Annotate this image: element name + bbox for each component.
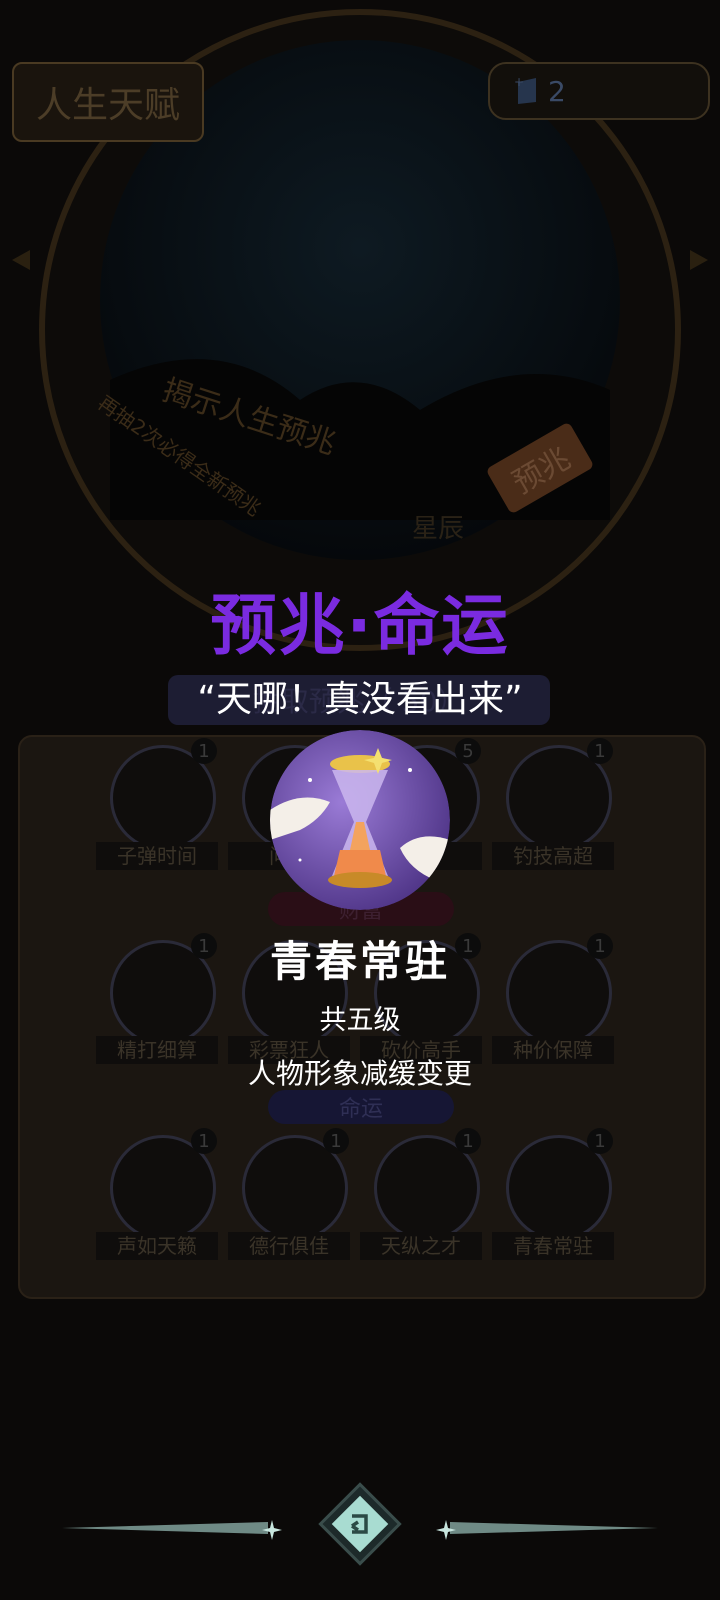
hourglass-icon: [270, 730, 450, 910]
page-title: 人生天赋: [12, 62, 204, 142]
gem-counter[interactable]: + 2: [488, 62, 710, 120]
slot-count: 5: [455, 738, 481, 764]
talent-level: 共五级: [319, 1005, 401, 1036]
talent-slot[interactable]: 1: [506, 738, 613, 851]
talent-slot[interactable]: 1: [110, 738, 217, 851]
slot-count: 1: [587, 738, 613, 764]
talent-slot[interactable]: 1: [506, 1128, 613, 1241]
talent-slot[interactable]: 1: [242, 1128, 349, 1241]
talent-slot[interactable]: 1: [110, 1128, 217, 1241]
svg-text:+: +: [514, 76, 524, 89]
slot-label: 德行俱佳: [228, 1232, 350, 1260]
slot-label: 子弹时间: [96, 842, 218, 870]
back-button[interactable]: [318, 1482, 402, 1566]
talent-name: 青春常驻: [269, 937, 450, 986]
sparkle-icon: [436, 1520, 456, 1540]
gem-count: 2: [548, 74, 566, 108]
slot-count: 1: [191, 738, 217, 764]
slot-label: 青春常驻: [492, 1232, 614, 1260]
omen-headline: 预兆·命运: [210, 587, 510, 664]
slot-label: 钓技高超: [492, 842, 614, 870]
slot-label: 天纵之才: [360, 1232, 482, 1260]
category-fate[interactable]: 命运: [268, 1090, 454, 1124]
talent-description: 人物形象减缓变更: [247, 1057, 472, 1090]
tab-other[interactable]: 星辰: [412, 508, 464, 545]
slot-count: 1: [191, 1128, 217, 1154]
gem-icon: +: [514, 76, 536, 104]
slot-label: 声如天籁: [96, 1232, 218, 1260]
slot-count: 1: [323, 1128, 349, 1154]
slot-count: 1: [455, 1128, 481, 1154]
slot-count: 1: [587, 1128, 613, 1154]
omen-quote: “天哪！真没看出来”: [197, 679, 523, 720]
talent-slot[interactable]: 1: [374, 1128, 481, 1241]
sparkle-icon: [262, 1520, 282, 1540]
